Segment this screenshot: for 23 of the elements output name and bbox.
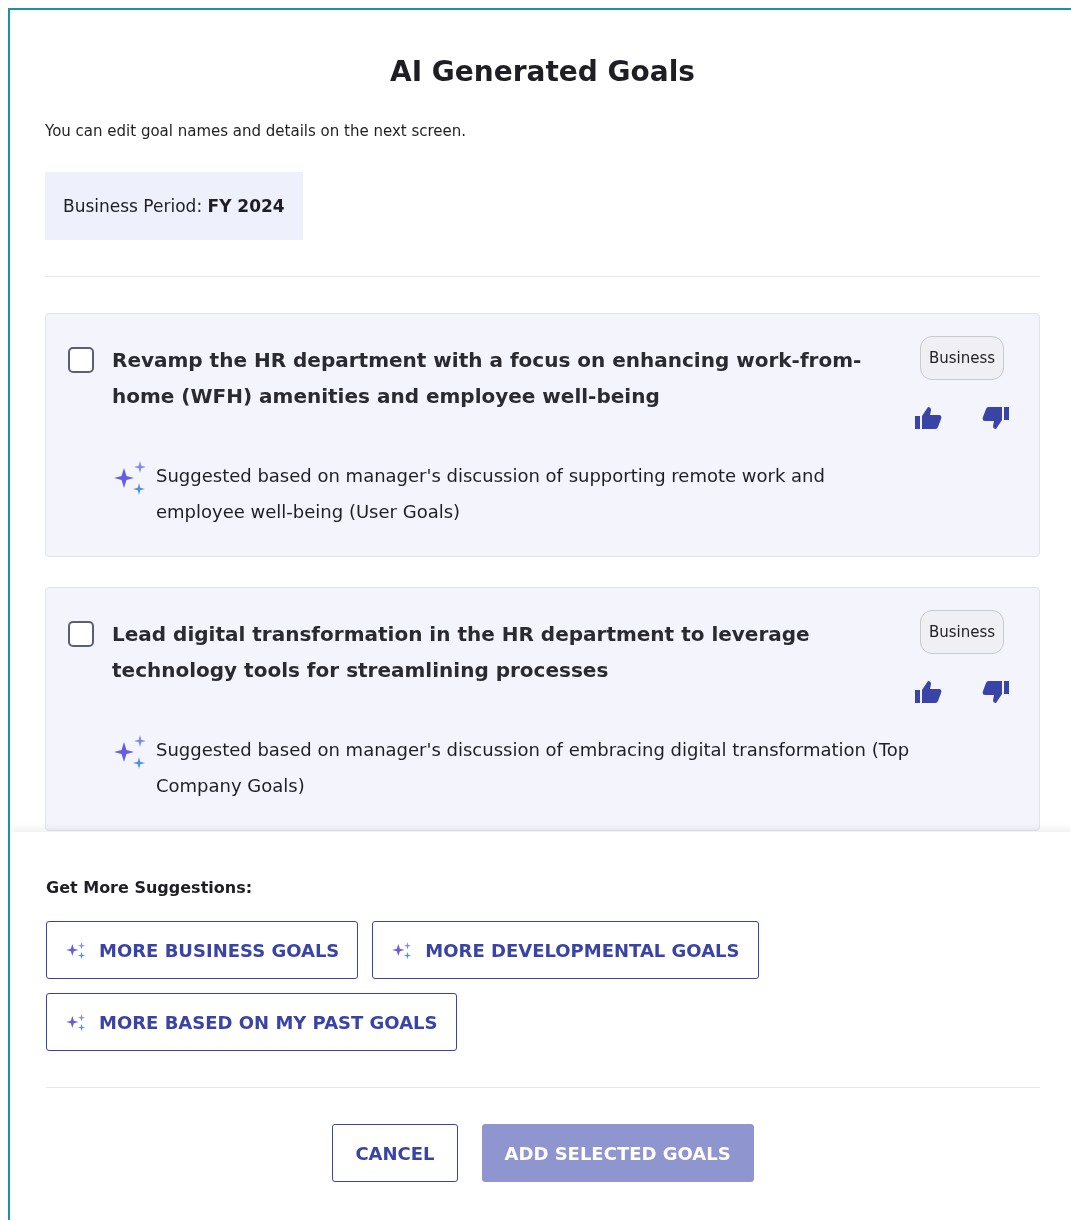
thumbs-up-icon[interactable] [915,406,943,430]
suggestion-reason: Suggested based on manager's discussion of embracing digital transformation (Top Company Goals) [156,738,911,798]
goal-tag: Business [919,336,1005,380]
sparkle-icon [391,939,414,961]
dialog-title: AI Generated Goals [389,55,696,88]
thumbs-down-icon[interactable] [981,406,1009,430]
cancel-button[interactable]: CANCEL [332,1124,458,1182]
goal-checkbox[interactable] [68,347,94,373]
more-suggestions-button[interactable]: MORE BASED ON MY PAST GOALS [46,993,457,1051]
sparkle-icon [65,1011,87,1033]
goal-checkbox[interactable] [68,621,94,647]
subtitle: You can edit goal names and details on the next screen. [45,122,468,140]
more-suggestions-button[interactable]: MORE DEVELOPMENTAL GOALS [372,921,759,979]
thumbs-down-icon[interactable] [981,680,1009,704]
suggestion-reason: Suggested based on manager's discussion of supporting remote work and employee well-being (User Goals) [156,464,826,524]
goal-title: Revamp the HR department with a focus on enhancing work-from-home (WFH) amenities and employee well-being [112,347,863,410]
goal-tag: Business [919,610,1005,654]
suggestions-heading: Get More Suggestions: [46,878,254,897]
sparkle-icon [65,939,87,961]
more-suggestions-button[interactable]: MORE BUSINESS GOALS [46,921,359,979]
thumbs-up-icon[interactable] [915,680,943,704]
business-period-banner: Business Period: FY 2024 [45,172,303,240]
goal-title: Lead digital transformation in the HR department to leverage technology tools for streamlining processes [112,621,811,684]
